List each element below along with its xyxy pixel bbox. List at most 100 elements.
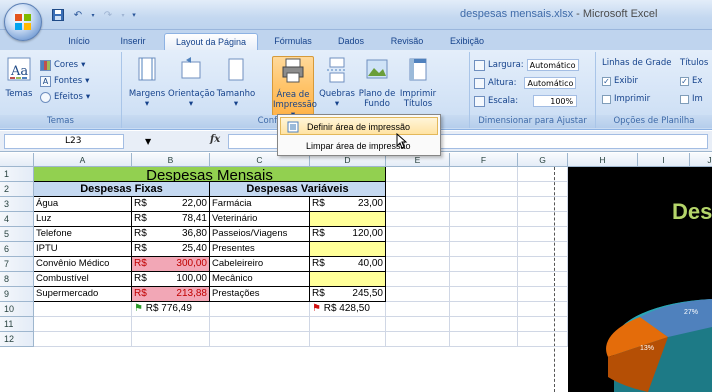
- grid-cell[interactable]: [450, 272, 518, 287]
- escala-spinner[interactable]: 100%: [533, 95, 578, 107]
- grid-cell[interactable]: [386, 302, 450, 317]
- grid-cell[interactable]: [450, 302, 518, 317]
- grid-cell[interactable]: [450, 287, 518, 302]
- column-header-i[interactable]: I: [638, 153, 690, 167]
- name-box-dropdown-icon[interactable]: ▼: [145, 135, 151, 148]
- plano-de-fundo-button[interactable]: Plano de Fundo: [358, 56, 396, 109]
- fx-icon[interactable]: fx: [210, 134, 220, 145]
- grid-cell[interactable]: [518, 167, 568, 182]
- row-header-4[interactable]: 4: [0, 212, 34, 227]
- tab-exibicao[interactable]: Exibição: [442, 33, 492, 50]
- row-header-9[interactable]: 9: [0, 287, 34, 302]
- fixed-expense-value[interactable]: R$ 300,00: [132, 257, 210, 272]
- grid-cell[interactable]: [310, 332, 386, 347]
- grid-cell[interactable]: [386, 287, 450, 302]
- grid-cell[interactable]: [386, 212, 450, 227]
- grid-cell[interactable]: [310, 317, 386, 332]
- fixed-expense-value[interactable]: R$ 100,00: [132, 272, 210, 287]
- headings-imprimir-checkbox[interactable]: Im: [680, 92, 703, 106]
- gridlines-exibir-checkbox[interactable]: ✓ Exibir: [602, 74, 638, 88]
- sheet-title[interactable]: Despesas Mensais: [34, 167, 386, 182]
- fixed-expenses-header[interactable]: Despesas Fixas: [34, 182, 210, 197]
- variable-expenses-header[interactable]: Despesas Variáveis: [210, 182, 386, 197]
- variable-expense-name[interactable]: Prestações: [210, 287, 310, 302]
- fixed-expense-name[interactable]: IPTU: [34, 242, 132, 257]
- grid-cell[interactable]: [518, 242, 568, 257]
- grid-cell[interactable]: [34, 302, 132, 317]
- variable-expense-value[interactable]: R$ 245,50: [310, 287, 386, 302]
- grid-cell[interactable]: [518, 227, 568, 242]
- grid-cell[interactable]: [386, 257, 450, 272]
- grid-cell[interactable]: [34, 332, 132, 347]
- grid-cell[interactable]: [34, 317, 132, 332]
- grid-cell[interactable]: [450, 197, 518, 212]
- cores-button[interactable]: Cores ▾: [40, 58, 85, 72]
- headings-exibir-checkbox[interactable]: ✓ Ex: [680, 74, 702, 88]
- row-header-7[interactable]: 7: [0, 257, 34, 272]
- undo-icon[interactable]: ↶: [70, 7, 86, 23]
- grid-cell[interactable]: [450, 317, 518, 332]
- grid-cell[interactable]: [450, 167, 518, 182]
- fixed-expense-value[interactable]: R$ 36,80: [132, 227, 210, 242]
- variable-expense-value[interactable]: [310, 242, 386, 257]
- fixed-expense-name[interactable]: Luz: [34, 212, 132, 227]
- menu-item-definir-area[interactable]: Definir área de impressão: [280, 117, 438, 135]
- office-button[interactable]: [4, 3, 42, 41]
- variable-expense-name[interactable]: Veterinário: [210, 212, 310, 227]
- undo-dropdown-icon[interactable]: ▾: [90, 7, 96, 23]
- tab-formulas[interactable]: Fórmulas: [268, 33, 318, 50]
- redo-dropdown-icon[interactable]: ▾: [120, 7, 126, 23]
- fixed-expense-name[interactable]: Convênio Médico: [34, 257, 132, 272]
- quebras-button[interactable]: Quebras ▾: [318, 56, 356, 109]
- grid-cell[interactable]: [518, 317, 568, 332]
- grid-cell[interactable]: [450, 182, 518, 197]
- fixed-expense-name[interactable]: Supermercado: [34, 287, 132, 302]
- column-header-h[interactable]: H: [568, 153, 638, 167]
- column-header-j[interactable]: J: [690, 153, 712, 167]
- grid-cell[interactable]: [518, 257, 568, 272]
- variable-expense-value[interactable]: R$ 40,00: [310, 257, 386, 272]
- grid-cell[interactable]: [386, 167, 450, 182]
- fixed-expense-name[interactable]: Combustível: [34, 272, 132, 287]
- row-header-12[interactable]: 12: [0, 332, 34, 347]
- save-icon[interactable]: [50, 7, 66, 23]
- pie-chart[interactable]: Des 27% 13%: [568, 167, 712, 392]
- grid-cell[interactable]: [518, 212, 568, 227]
- menu-item-limpar-area[interactable]: Limpar área de impressão: [280, 137, 438, 155]
- tab-layout-da-pagina[interactable]: Layout da Página: [164, 33, 258, 50]
- grid-cell[interactable]: [386, 197, 450, 212]
- largura-combo[interactable]: Automático: [526, 59, 579, 71]
- row-header-2[interactable]: 2: [0, 182, 34, 197]
- fixed-expense-value[interactable]: R$ 213,88: [132, 287, 210, 302]
- row-header-5[interactable]: 5: [0, 227, 34, 242]
- fixed-expense-name[interactable]: Telefone: [34, 227, 132, 242]
- imprimir-titulos-button[interactable]: Imprimir Títulos: [398, 56, 438, 109]
- tab-dados[interactable]: Dados: [330, 33, 372, 50]
- grid-cell[interactable]: [210, 332, 310, 347]
- grid-cell[interactable]: [386, 317, 450, 332]
- tab-inicio[interactable]: Início: [60, 33, 98, 50]
- variable-expense-value[interactable]: R$ 23,00: [310, 197, 386, 212]
- variable-expense-name[interactable]: Passeios/Viagens: [210, 227, 310, 242]
- grid-cell[interactable]: [450, 227, 518, 242]
- select-all-corner[interactable]: [0, 153, 34, 167]
- tab-inserir[interactable]: Inserir: [112, 33, 154, 50]
- column-header-a[interactable]: A: [34, 153, 132, 167]
- fixed-expense-value[interactable]: R$ 78,41: [132, 212, 210, 227]
- variable-expense-value[interactable]: [310, 212, 386, 227]
- grid-cell[interactable]: [518, 272, 568, 287]
- variable-expense-value[interactable]: R$ 120,00: [310, 227, 386, 242]
- margens-button[interactable]: Margens ▾: [128, 56, 166, 109]
- grid-cell[interactable]: [386, 272, 450, 287]
- temas-button[interactable]: Aa Temas: [4, 56, 34, 99]
- row-header-8[interactable]: 8: [0, 272, 34, 287]
- grid-cell[interactable]: [518, 197, 568, 212]
- customize-qat-icon[interactable]: ▾: [130, 7, 138, 23]
- grid-cell[interactable]: [386, 227, 450, 242]
- column-header-f[interactable]: F: [450, 153, 518, 167]
- tamanho-button[interactable]: Tamanho ▾: [216, 56, 256, 109]
- fixed-expense-value[interactable]: R$ 22,00: [132, 197, 210, 212]
- grid-cell[interactable]: [518, 302, 568, 317]
- variable-expense-name[interactable]: Cabeleireiro: [210, 257, 310, 272]
- grid-cell[interactable]: [518, 332, 568, 347]
